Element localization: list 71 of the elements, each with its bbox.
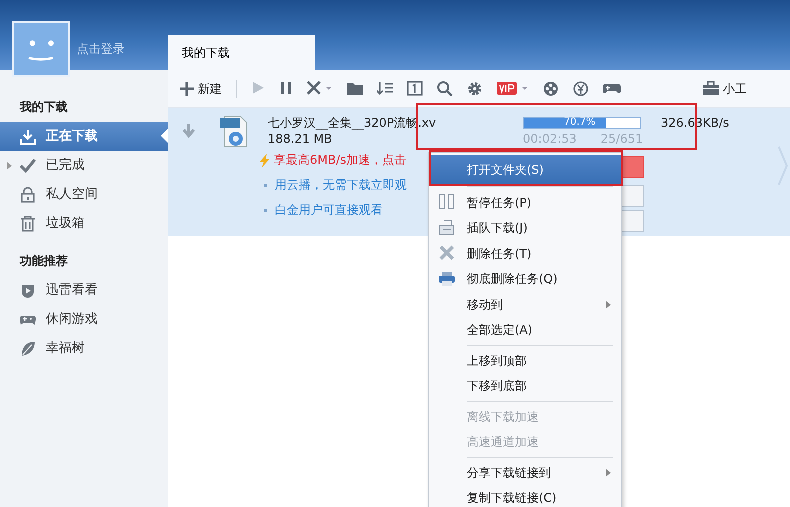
piece-count: 25/651 — [600, 132, 644, 146]
progress-text: 70.7% — [564, 118, 596, 128]
number-box-button[interactable] — [407, 81, 423, 96]
download-icon — [20, 128, 36, 144]
menu-item[interactable]: 全部选定(A) — [429, 318, 621, 343]
menu-item[interactable]: 暂停任务(P) — [429, 190, 621, 216]
lock-icon — [20, 186, 36, 202]
delete-icon — [439, 245, 455, 261]
leaf-icon — [20, 340, 36, 356]
sidebar-item[interactable]: 幸福树 — [0, 334, 168, 363]
folder-button[interactable] — [347, 81, 363, 96]
tab[interactable]: 我的下载 — [168, 35, 315, 70]
sidebar-item[interactable]: 正在下载 — [0, 122, 168, 151]
film-reel-button[interactable] — [543, 81, 559, 96]
check-icon — [20, 158, 36, 174]
bullet-icon — [264, 209, 267, 212]
film-reel-icon — [543, 81, 559, 96]
new-button[interactable]: 新建 — [180, 80, 222, 98]
sidebar-item[interactable]: 休闲游戏 — [0, 305, 168, 334]
pause-icon — [279, 81, 293, 96]
vip-icon — [497, 81, 529, 96]
pause-button[interactable] — [279, 81, 293, 96]
folder-icon — [347, 81, 363, 96]
menu-item[interactable]: 分享下载链接到 — [429, 460, 621, 486]
gear-button[interactable] — [467, 81, 483, 96]
search-button[interactable] — [437, 81, 453, 96]
sort-button[interactable] — [377, 81, 393, 96]
play-icon — [251, 81, 265, 96]
promo-link[interactable]: 享最高6MB/s加速，点击 — [274, 148, 407, 173]
toolbox-icon — [703, 81, 719, 96]
submenu-arrow-icon — [606, 301, 611, 309]
bullet-icon — [264, 184, 267, 187]
lightning-icon — [260, 154, 270, 168]
menu-item[interactable]: 上移到顶部 — [429, 348, 621, 374]
section-heading: 功能推荐 — [19, 253, 69, 270]
plus-icon — [180, 82, 194, 96]
delete-icon — [307, 81, 333, 96]
menu-item[interactable]: 彻底删除任务(Q) — [429, 266, 621, 292]
pause-icon — [439, 194, 455, 210]
play-shield-icon — [20, 282, 36, 298]
file-size: 188.21 MB — [268, 132, 334, 146]
search-icon — [437, 81, 453, 96]
file-icon — [220, 116, 248, 148]
sidebar-item[interactable]: 私人空间 — [0, 180, 168, 209]
selection-notch-icon — [161, 129, 168, 143]
yen-coin-icon — [573, 81, 589, 96]
sidebar-item[interactable]: 已完成 — [0, 151, 168, 180]
menu-item[interactable]: 移动到 — [429, 292, 621, 318]
section-heading: 我的下载 — [18, 99, 69, 116]
expand-caret-icon[interactable] — [6, 162, 12, 170]
menu-item[interactable]: 删除任务(T) — [429, 241, 621, 266]
elapsed-time: 00:02:53 — [523, 132, 577, 146]
sort-icon — [377, 81, 393, 96]
submenu-arrow-icon — [606, 469, 611, 477]
printer-icon — [439, 270, 455, 286]
download-arrow-icon — [182, 124, 196, 138]
menu-item[interactable]: 下移到底部 — [429, 374, 621, 399]
toolbox-button[interactable]: 小工 — [703, 80, 747, 98]
menu-item[interactable]: 打开文件夹(S) — [429, 155, 621, 185]
sidebar-item[interactable]: 垃圾箱 — [0, 209, 168, 238]
insert-queue-icon — [439, 220, 455, 236]
trash-icon — [20, 216, 36, 232]
number-box-icon — [407, 81, 423, 96]
sidebar-item[interactable]: 迅雷看看 — [0, 276, 168, 305]
gamepad-button[interactable] — [603, 81, 621, 96]
vip-button[interactable] — [497, 81, 529, 96]
gamepad-icon — [603, 81, 621, 96]
yen-coin-button[interactable] — [573, 81, 589, 96]
menu-item[interactable]: 复制下载链接(C) — [429, 486, 621, 507]
gear-icon — [467, 81, 483, 96]
delete-button[interactable] — [307, 81, 333, 96]
